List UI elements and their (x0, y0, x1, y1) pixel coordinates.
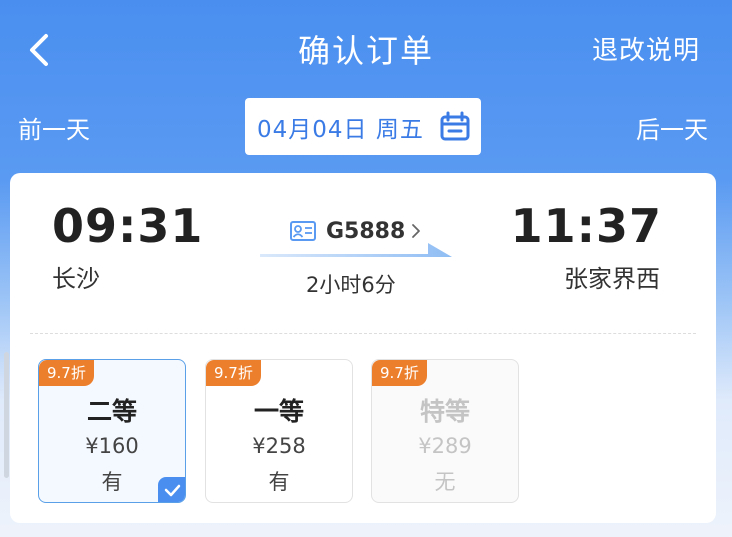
seat-option-second-class[interactable]: 9.7折 二等 ¥160 有 (38, 359, 186, 503)
next-day-button[interactable]: 后一天 (636, 110, 708, 145)
departure-time: 09:31 (52, 199, 204, 253)
seat-price: ¥258 (252, 434, 306, 458)
seat-availability: 有 (268, 470, 290, 494)
order-card: 09:31 长沙 G5888 2小时6分 11:37 张家界西 9.7折 二等 … (10, 173, 716, 523)
scrollbar[interactable] (4, 352, 9, 478)
selected-check-badge (158, 477, 185, 502)
date-switch-bar: 前一天 04月04日 周五 后一天 (0, 98, 732, 156)
divider (30, 333, 696, 334)
id-card-icon (290, 221, 316, 241)
discount-badge: 9.7折 (206, 360, 261, 386)
check-icon (164, 484, 181, 497)
discount-badge: 9.7折 (372, 360, 427, 386)
prev-day-button[interactable]: 前一天 (18, 110, 90, 145)
discount-badge: 9.7折 (39, 360, 94, 386)
seat-class-name: 一等 (253, 397, 304, 426)
calendar-icon (440, 111, 470, 141)
date-picker-button[interactable]: 04月04日 周五 (245, 98, 481, 155)
seat-option-premium-class[interactable]: 9.7折 特等 ¥289 无 (371, 359, 519, 503)
departure-station: 长沙 (52, 265, 100, 293)
seat-availability: 无 (434, 470, 456, 494)
seat-price: ¥289 (418, 434, 472, 458)
arrival-time: 11:37 (510, 199, 662, 253)
chevron-right-icon (412, 224, 421, 238)
refund-policy-link[interactable]: 退改说明 (592, 30, 700, 67)
direction-arrow-icon (260, 243, 452, 257)
arrival-station: 张家界西 (564, 265, 660, 293)
seat-option-first-class[interactable]: 9.7折 一等 ¥258 有 (205, 359, 353, 503)
trip-duration: 2小时6分 (306, 273, 396, 297)
seat-class-name: 特等 (419, 397, 470, 426)
header: 确认订单 退改说明 (0, 0, 732, 100)
seat-price: ¥160 (85, 434, 139, 458)
selected-date: 04月04日 周五 (257, 116, 424, 143)
seat-class-name: 二等 (86, 397, 137, 426)
train-number: G5888 (326, 218, 406, 244)
